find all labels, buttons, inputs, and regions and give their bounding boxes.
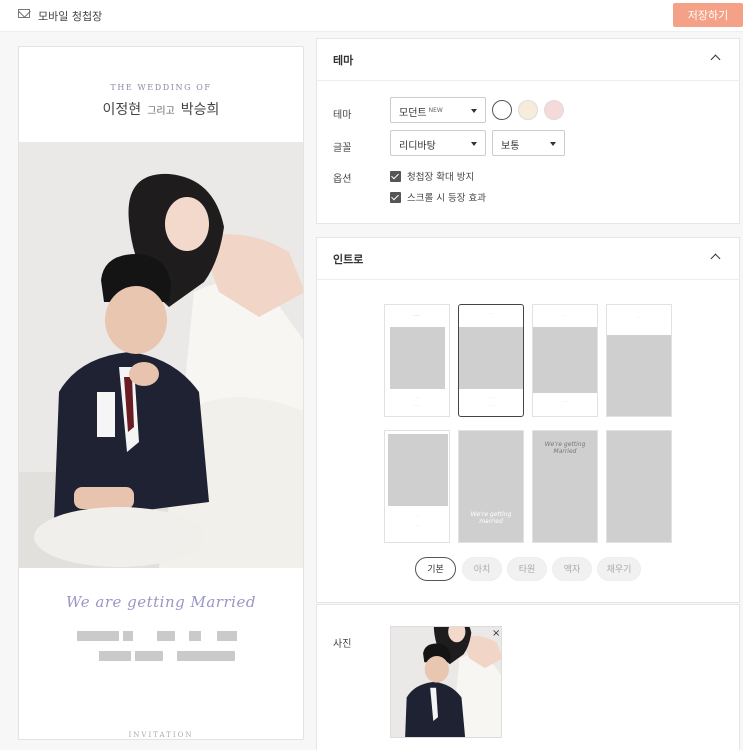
mail-icon xyxy=(18,9,30,18)
invitation-label: INVITATION xyxy=(128,731,194,739)
font-select-value: 리디바탕 xyxy=(399,141,436,152)
option-label: 옵션 xyxy=(333,174,352,185)
theme-label: 테마 xyxy=(333,110,352,121)
intro-template-6[interactable]: We're getting married xyxy=(458,430,524,543)
zoom-prevent-checkbox[interactable]: 청첩장 확대 방지 xyxy=(390,169,474,183)
intro-template-1[interactable]: · · · · · · · · · · · · xyxy=(384,304,450,417)
invitation-preview: THE WEDDING OF 이정현 그리고 박승희 We are gettin… xyxy=(18,46,304,740)
zoom-prevent-label: 청첩장 확대 방지 xyxy=(407,172,475,183)
couple-names: 이정현 그리고 박승희 xyxy=(19,99,303,119)
wedding-of-text: THE WEDDING OF xyxy=(110,83,212,92)
template-script-text: We're getting Married xyxy=(544,441,586,455)
checkbox-checked-icon[interactable] xyxy=(390,170,401,182)
couple-photo-illustration xyxy=(19,142,303,568)
photo-thumbnail[interactable] xyxy=(390,626,502,738)
photo-label: 사진 xyxy=(333,639,352,650)
page-title: 모바일 청첩장 xyxy=(38,10,103,23)
theme-panel-title: 테마 xyxy=(333,54,354,67)
chevron-up-icon[interactable] xyxy=(710,253,721,264)
intro-template-5[interactable]: · · · · · · · xyxy=(384,430,450,543)
tab-basic[interactable]: 기본 xyxy=(415,557,456,581)
intro-template-2[interactable]: · · · · · · · · · · · · xyxy=(458,304,524,417)
caret-down-icon xyxy=(550,142,556,146)
intro-template-4[interactable]: · · · xyxy=(606,304,672,417)
blurred-info-row xyxy=(99,651,235,661)
script-text: We are getting Married xyxy=(66,593,256,611)
couple-photo xyxy=(19,142,303,568)
swatch-pink[interactable] xyxy=(544,100,564,120)
intro-panel-header[interactable]: 인트로 xyxy=(317,238,739,280)
font-select[interactable]: 리디바탕 xyxy=(390,130,486,156)
caret-down-icon xyxy=(471,109,477,113)
new-badge: NEW xyxy=(428,106,443,114)
tab-fill[interactable]: 채우기 xyxy=(597,557,641,581)
scroll-effect-label: 스크롤 시 등장 효과 xyxy=(407,193,486,204)
scroll-effect-checkbox[interactable]: 스크롤 시 등장 효과 xyxy=(390,190,486,204)
font-weight-value: 보통 xyxy=(501,141,520,152)
caret-down-icon xyxy=(471,142,477,146)
theme-select-value: 모던트 xyxy=(399,108,427,119)
connector-text: 그리고 xyxy=(147,106,175,117)
theme-panel: 테마 테마 모던트 NEW 글꼴 리디바탕 보통 옵션 청첩장 확대 방지 스크롤… xyxy=(316,38,740,224)
intro-template-8[interactable] xyxy=(606,430,672,543)
save-button[interactable]: 저장하기 xyxy=(673,3,743,27)
remove-photo-icon[interactable]: × xyxy=(492,628,500,639)
groom-name: 이정현 xyxy=(102,102,142,118)
theme-panel-header[interactable]: 테마 xyxy=(317,39,739,81)
intro-template-7[interactable]: We're getting Married xyxy=(532,430,598,543)
intro-template-3[interactable]: · · · · · · · xyxy=(532,304,598,417)
tab-frame[interactable]: 액자 xyxy=(552,557,592,581)
chevron-up-icon[interactable] xyxy=(710,54,721,65)
checkbox-checked-icon[interactable] xyxy=(390,191,401,203)
font-label: 글꼴 xyxy=(333,143,352,154)
template-script-text: We're getting married xyxy=(470,511,512,525)
intro-panel-title: 인트로 xyxy=(333,253,364,266)
tab-oval[interactable]: 타원 xyxy=(507,557,547,581)
photo-thumbnail-illustration xyxy=(391,627,501,737)
intro-panel: 인트로 · · · · · · · · · · · · · · · · · · … xyxy=(316,237,740,603)
font-weight-select[interactable]: 보통 xyxy=(492,130,565,156)
swatch-cream[interactable] xyxy=(518,100,538,120)
top-bar: 모바일 청첩장 저장하기 xyxy=(0,0,743,32)
theme-select[interactable]: 모던트 NEW xyxy=(390,97,486,123)
photo-panel: 사진 × xyxy=(316,604,740,750)
tab-arch[interactable]: 아치 xyxy=(462,557,502,581)
blurred-info-row xyxy=(77,631,237,641)
bride-name: 박승희 xyxy=(180,102,220,118)
swatch-white[interactable] xyxy=(492,100,512,120)
